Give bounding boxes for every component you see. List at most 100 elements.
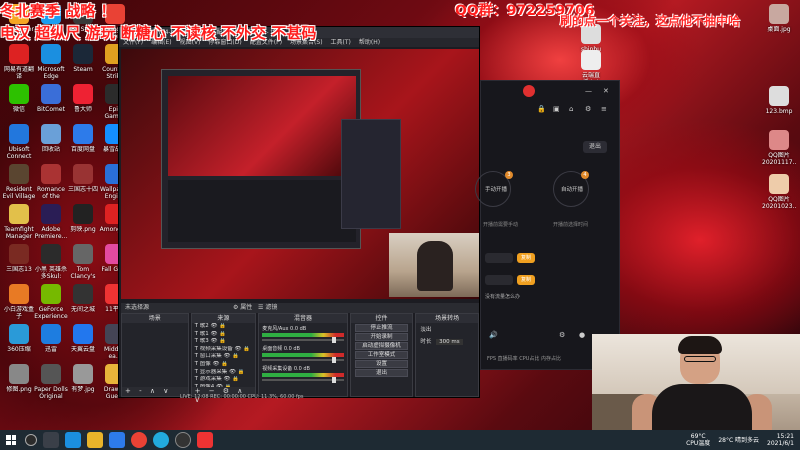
control-button[interactable]: 停止推流 bbox=[354, 324, 409, 332]
help-link[interactable]: 没有流量怎么办 bbox=[485, 293, 520, 300]
desktop-icon[interactable]: 天翼云盘 bbox=[66, 324, 100, 353]
desktop-icon[interactable]: Ubisoft Connect bbox=[2, 124, 36, 160]
volume-slider[interactable] bbox=[262, 337, 344, 343]
desktop-icon[interactable]: Teamfight Manager bbox=[2, 204, 36, 240]
source-item[interactable]: T 窗口采集 👁 🔒 bbox=[192, 353, 256, 361]
lock-icon[interactable]: 🔒 bbox=[537, 105, 546, 113]
menu-item[interactable]: 帮助(H) bbox=[359, 38, 380, 47]
filter-icon[interactable]: ☰ bbox=[258, 304, 263, 311]
desktop-icon[interactable]: 三国志十四 bbox=[66, 164, 100, 193]
close-icon[interactable]: ✕ bbox=[603, 87, 609, 95]
store-taskbar-icon[interactable] bbox=[109, 432, 125, 448]
obs-window[interactable]: OBS 26.1.2 (64-bit, windows) - 配置文件：未命名 … bbox=[118, 26, 480, 404]
edge-taskbar-icon[interactable] bbox=[65, 432, 81, 448]
search-icon[interactable] bbox=[25, 434, 37, 446]
desktop-icon[interactable]: Microsoft Edge bbox=[34, 44, 68, 80]
mixer-channel[interactable]: 桌面音频 0.0 dB bbox=[259, 343, 346, 363]
gear-icon[interactable]: ⚙ bbox=[559, 331, 565, 339]
transition-type[interactable]: 淡出 bbox=[420, 327, 431, 333]
home-icon[interactable]: ⌂ bbox=[569, 105, 573, 113]
scenes-dock[interactable]: 场景 + - ∧ ∨ bbox=[121, 313, 189, 397]
mixer-list[interactable]: 麦克风/Aux 0.0 dB 桌面音频 0.0 dB 视频采集设备 0.0 dB bbox=[259, 323, 346, 383]
desktop-icon[interactable]: 桌面.jpg bbox=[762, 4, 796, 33]
mic-icon[interactable]: ● bbox=[579, 331, 585, 339]
desktop-icon[interactable]: 修图.png bbox=[2, 364, 36, 393]
desktop-icon[interactable]: QQ图片 20201117... bbox=[762, 130, 796, 166]
mixer-dock[interactable]: 混音器 麦克风/Aux 0.0 dB 桌面音频 0.0 dB 视频采集设备 0.0 … bbox=[258, 313, 348, 397]
desktop-icon[interactable]: 迅雷 bbox=[34, 324, 68, 353]
desktop-icon[interactable]: 微信 bbox=[2, 84, 36, 113]
chrome-taskbar-icon[interactable] bbox=[131, 432, 147, 448]
exit-button[interactable]: 退出 bbox=[583, 141, 607, 153]
volume-slider[interactable] bbox=[262, 357, 344, 363]
start-button[interactable] bbox=[0, 430, 22, 450]
mixer-channel[interactable]: 麦克风/Aux 0.0 dB bbox=[259, 323, 346, 343]
desktop-icon[interactable]: 三国志13 bbox=[2, 244, 36, 273]
slider-handle[interactable] bbox=[332, 357, 337, 363]
desktop-icon[interactable]: 360压缩 bbox=[2, 324, 36, 353]
live-assistant-window[interactable]: — ✕ 🔒 ▣ ⌂ ⚙ ≡ 退出 3 4 手动开播 自动开播 开播前需要手动 开… bbox=[475, 80, 620, 370]
gear-icon[interactable]: ⚙ bbox=[233, 304, 238, 311]
copy-key-button[interactable]: 复制 bbox=[517, 275, 535, 285]
task-view-icon[interactable] bbox=[43, 432, 59, 448]
duration-value[interactable]: 300 ms bbox=[436, 339, 463, 345]
desktop-icon[interactable]: 无间之城 bbox=[66, 284, 100, 313]
desktop-icon[interactable]: Paper Dolls Original bbox=[34, 364, 68, 400]
desktop-icon[interactable]: Resident Evil Village bbox=[2, 164, 36, 200]
desktop-icon[interactable]: 鲁大师 bbox=[66, 84, 100, 113]
bag-icon[interactable]: ▣ bbox=[553, 105, 560, 113]
filters-button[interactable]: 滤镜 bbox=[265, 304, 277, 311]
source-item[interactable]: T 歌3 👁 🔒 bbox=[192, 338, 256, 346]
controls-list[interactable]: 停止推流 开始录制 启动虚拟摄像机 工作室模式 设置 退出 bbox=[351, 324, 413, 377]
source-item[interactable]: T 歌2 👁 🔒 bbox=[192, 323, 256, 331]
desktop-icon[interactable]: QQ图片 20201023... bbox=[762, 174, 796, 210]
desktop-icon[interactable]: Adobe Premiere... bbox=[34, 204, 68, 240]
transitions-dock[interactable]: 场景转场 淡出 时长 300 ms bbox=[415, 313, 479, 397]
desktop-icon[interactable]: 回收站 bbox=[34, 124, 68, 153]
desktop-icon[interactable]: Romance of the Three... bbox=[34, 164, 68, 200]
control-button[interactable]: 启动虚拟摄像机 bbox=[354, 342, 409, 350]
source-item[interactable]: T 视频采集设备 👁 🔒 bbox=[192, 346, 256, 354]
control-button[interactable]: 设置 bbox=[354, 360, 409, 368]
menu-item[interactable]: 工具(T) bbox=[331, 38, 351, 47]
desktop-icon[interactable]: 小白游戏盒子 bbox=[2, 284, 36, 320]
obs-taskbar-icon[interactable] bbox=[175, 432, 191, 448]
explorer-taskbar-icon[interactable] bbox=[87, 432, 103, 448]
qq-taskbar-icon[interactable] bbox=[153, 432, 169, 448]
duration-row[interactable]: 时长 300 ms bbox=[416, 335, 478, 347]
desktop-icon[interactable]: 剪映.png bbox=[66, 204, 100, 233]
desktop-icon[interactable]: 百度网盘 bbox=[66, 124, 100, 153]
source-item[interactable]: T 游戏采集 👁 🔒 bbox=[192, 376, 256, 384]
desktop-icon[interactable]: 有梦.jpg bbox=[66, 364, 100, 393]
sources-dock[interactable]: 来源 T 歌2 👁 🔒 T 歌1 👁 🔒 T 歌3 👁 🔒 T 视频采集设备 👁 🔒 T… bbox=[190, 313, 257, 404]
control-button[interactable]: 退出 bbox=[354, 369, 409, 377]
copy-server-button[interactable]: 复制 bbox=[517, 253, 535, 263]
source-item[interactable]: T 显示器采集 👁 🔒 bbox=[192, 369, 256, 377]
volume-slider[interactable] bbox=[262, 377, 344, 383]
slider-handle[interactable] bbox=[332, 377, 337, 383]
source-item[interactable]: T 歌1 👁 🔒 bbox=[192, 331, 256, 339]
desktop-icon[interactable]: 小黑 英雄杀 多Skul: The... bbox=[34, 244, 68, 280]
desktop-icon[interactable]: BitComet bbox=[34, 84, 68, 113]
desktop-icon[interactable]: Tom Clancy's R... bbox=[66, 244, 100, 280]
source-item[interactable]: T 图像 👁 🔒 bbox=[192, 361, 256, 369]
controls-dock[interactable]: 控件 停止推流 开始录制 启动虚拟摄像机 工作室模式 设置 退出 bbox=[349, 313, 414, 397]
scenes-footer-controls[interactable]: + - ∧ ∨ bbox=[122, 387, 188, 396]
obs-preview[interactable] bbox=[121, 49, 479, 299]
control-button[interactable]: 开始录制 bbox=[354, 333, 409, 341]
volume-icon[interactable]: 🔊 bbox=[489, 331, 498, 339]
mixer-channel[interactable]: 视频采集设备 0.0 dB bbox=[259, 363, 346, 383]
transition-select[interactable]: 淡出 bbox=[416, 323, 478, 335]
clock[interactable]: 15:21 2021/6/1 bbox=[767, 433, 794, 447]
live-taskbar-icon[interactable] bbox=[197, 432, 213, 448]
desktop-icon[interactable]: GeForce Experience bbox=[34, 284, 68, 320]
desktop-icon[interactable]: 123.bmp bbox=[762, 86, 796, 115]
desktop-icon[interactable]: 网易有道翻译 bbox=[2, 44, 36, 80]
minimize-icon[interactable]: — bbox=[585, 87, 592, 95]
server-field[interactable] bbox=[485, 253, 513, 263]
desktop-icon[interactable]: Steam bbox=[66, 44, 100, 73]
weather[interactable]: 28°C 晴到多云 bbox=[718, 437, 759, 444]
slider-handle[interactable] bbox=[332, 337, 337, 343]
settings-icon[interactable]: ⚙ bbox=[585, 105, 591, 113]
menu-icon[interactable]: ≡ bbox=[601, 105, 607, 113]
